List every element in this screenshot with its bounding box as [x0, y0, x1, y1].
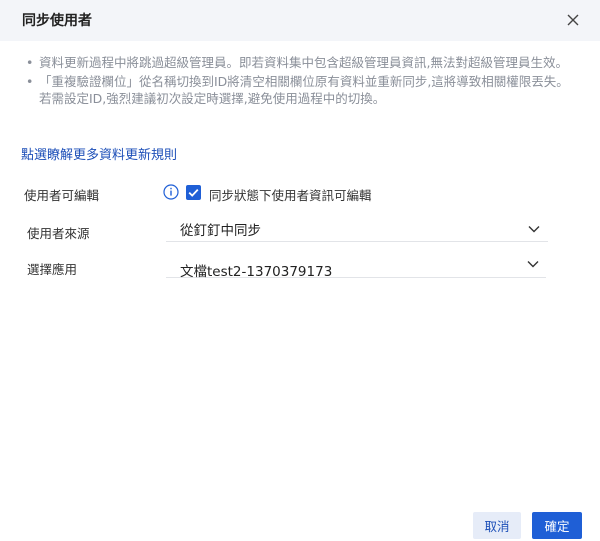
chevron-down-icon	[528, 226, 540, 233]
source-select-value: 從釘釘中同步	[180, 223, 261, 239]
checkmark-icon	[188, 188, 199, 197]
editable-checkbox[interactable]	[186, 185, 201, 200]
source-label: 使用者來源	[27, 226, 90, 241]
chevron-down-icon	[527, 261, 539, 268]
note-text: 「重複驗證欄位」從名稱切換到ID將清空相關欄位原有資料並重新同步,這將導致相關權…	[39, 74, 569, 106]
note-item: • 「重複驗證欄位」從名稱切換到ID將清空相關欄位原有資料並重新同步,這將導致相…	[26, 73, 578, 107]
sync-users-dialog: 同步使用者 • 資料更新過程中將跳過超級管理員。即若資料集中包含超級管理員資訊,…	[0, 0, 600, 541]
editable-checkbox-label[interactable]: 同步狀態下使用者資訊可編輯	[209, 185, 372, 204]
notes-list: • 資料更新過程中將跳過超級管理員。即若資料集中包含超級管理員資訊,無法對超級管…	[26, 54, 578, 107]
confirm-button[interactable]: 確定	[532, 512, 582, 539]
app-label: 選擇應用	[27, 262, 78, 277]
close-icon	[567, 14, 579, 26]
note-text: 資料更新過程中將跳過超級管理員。即若資料集中包含超級管理員資訊,無法對超級管理員…	[39, 55, 568, 70]
editable-label: 使用者可編輯	[24, 188, 100, 203]
cancel-button[interactable]: 取消	[473, 512, 521, 539]
dialog-title: 同步使用者	[22, 13, 92, 29]
note-item: • 資料更新過程中將跳過超級管理員。即若資料集中包含超級管理員資訊,無法對超級管…	[26, 54, 578, 71]
app-select[interactable]: 文檔test2-1370379173	[166, 252, 546, 280]
info-icon[interactable]	[163, 184, 179, 200]
bullet: •	[26, 74, 34, 89]
app-select-value: 文檔test2-1370379173	[180, 264, 333, 280]
rules-link[interactable]: 點選瞭解更多資料更新規則	[21, 144, 177, 163]
source-select[interactable]: 從釘釘中同步	[166, 212, 548, 242]
close-button[interactable]	[562, 9, 584, 31]
bullet: •	[26, 55, 34, 70]
dialog-header: 同步使用者	[0, 0, 600, 41]
